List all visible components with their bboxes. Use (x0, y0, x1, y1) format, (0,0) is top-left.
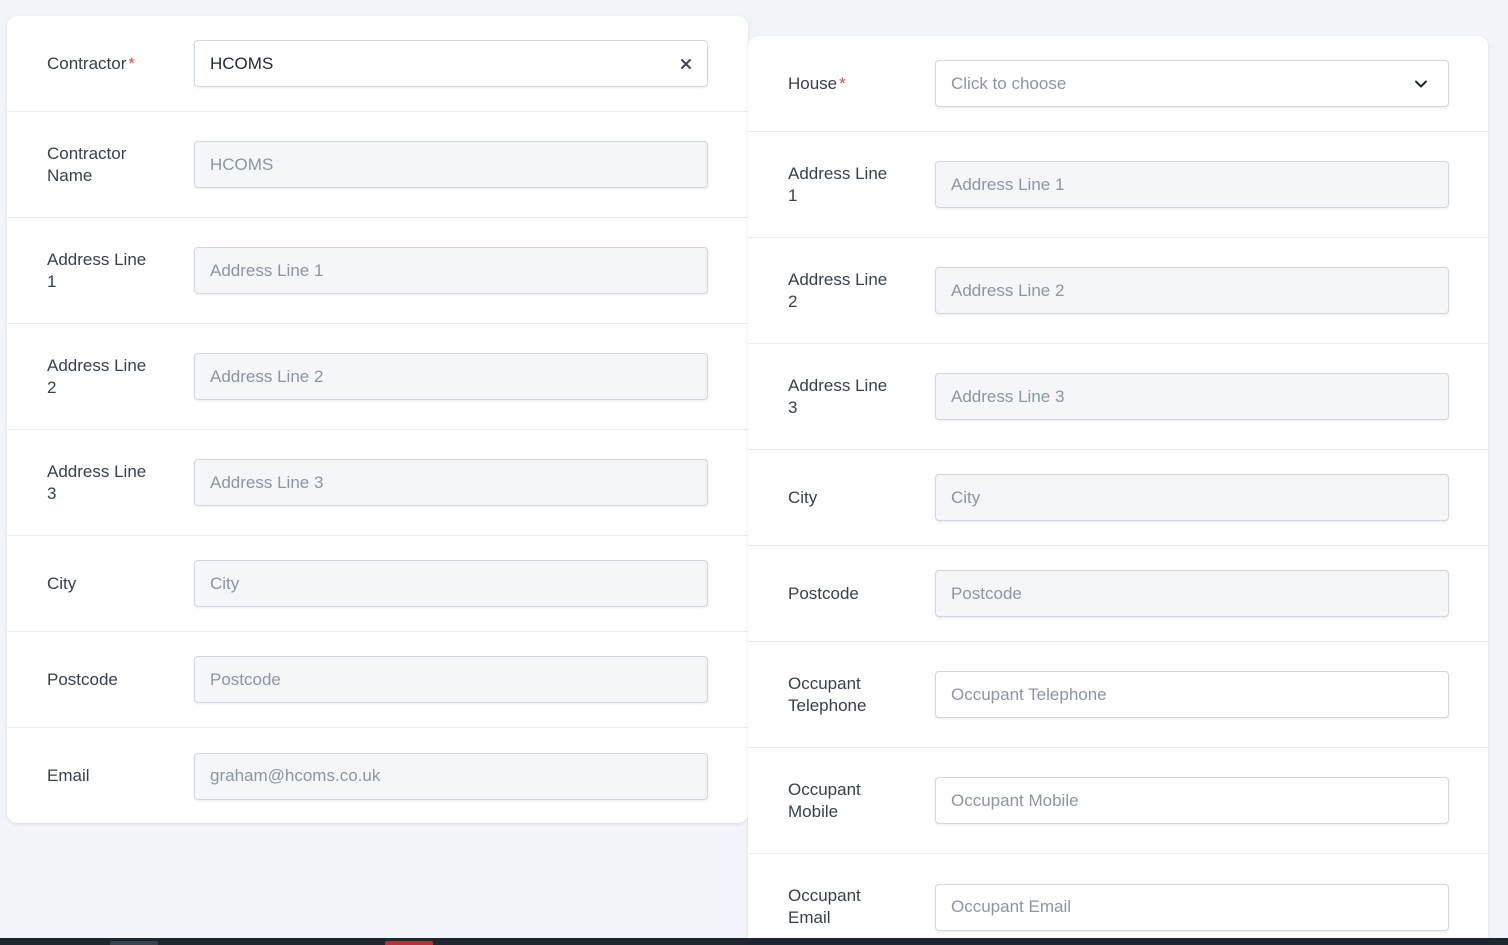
required-marker: * (839, 73, 846, 93)
contractor-address-line-3-input[interactable] (194, 459, 708, 506)
contractor-city-row: City (7, 536, 748, 632)
address-line-2-label: Address Line 2 (47, 355, 147, 397)
address-line-2-label: Address Line 2 (788, 269, 888, 311)
house-select[interactable]: Click to choose (935, 60, 1449, 107)
occupant-email-row: Occupant Email (748, 854, 1488, 938)
occupant-mobile-row: Occupant Mobile (748, 748, 1488, 854)
contractor-row: Contractor * HCOMS (7, 16, 748, 112)
contractor-select-value: HCOMS (210, 53, 274, 73)
contractor-city-input[interactable] (194, 560, 708, 607)
contractor-address-line-1-input[interactable] (194, 247, 708, 294)
house-label: House * (788, 73, 846, 93)
contractor-label: Contractor * (47, 53, 135, 73)
house-address-line-1-row: Address Line 1 (748, 132, 1488, 238)
email-label: Email (47, 766, 90, 785)
contractor-name-label: Contractor Name (47, 143, 127, 185)
address-line-3-label: Address Line 3 (788, 375, 888, 417)
house-details-card: House * Click to choose Address Line 1 Ad… (748, 36, 1488, 938)
house-address-line-2-row: Address Line 2 (748, 238, 1488, 344)
contractor-name-row: Contractor Name (7, 112, 748, 218)
contractor-address-line-2-input[interactable] (194, 353, 708, 400)
contractor-address-line-1-row: Address Line 1 (7, 218, 748, 324)
contractor-details-card: Contractor* HCOMS Contractor Name Addres… (7, 16, 748, 823)
occupant-mobile-label: Occupant Mobile (788, 779, 861, 821)
address-line-3-label: Address Line 3 (47, 461, 147, 503)
house-address-line-1-input[interactable] (935, 161, 1449, 208)
contractor-postcode-row: Postcode (7, 632, 748, 728)
required-marker: * (128, 53, 135, 73)
occupant-email-input[interactable] (935, 883, 1449, 931)
city-label: City (788, 487, 818, 507)
address-line-1-label: Address Line 1 (47, 249, 147, 291)
contractor-email-input[interactable] (194, 752, 708, 800)
contractor-email-row: Email (7, 728, 748, 823)
contractor-address-line-2-row: Address Line 2 (7, 324, 748, 430)
address-line-1-label: Address Line 1 (788, 163, 888, 205)
house-address-line-3-row: Address Line 3 (748, 344, 1488, 450)
contractor-postcode-input[interactable] (194, 656, 708, 703)
taskbar-item[interactable] (110, 941, 158, 945)
contractor-select[interactable]: HCOMS (194, 40, 708, 87)
contractor-name-input[interactable] (194, 141, 708, 188)
house-city-input[interactable] (935, 474, 1449, 521)
city-label: City (47, 573, 77, 593)
occupant-telephone-row: Occupant Telephone (748, 642, 1488, 748)
house-city-row: City (748, 450, 1488, 546)
occupant-mobile-input[interactable] (935, 777, 1449, 824)
taskbar-item[interactable] (385, 941, 433, 945)
house-select-placeholder: Click to choose (951, 73, 1067, 93)
contractor-address-line-3-row: Address Line 3 (7, 430, 748, 536)
occupant-email-label: Occupant Email (788, 886, 861, 927)
house-postcode-row: Postcode (748, 546, 1488, 642)
os-taskbar (0, 938, 1508, 945)
postcode-label: Postcode (788, 583, 859, 603)
house-postcode-input[interactable] (935, 570, 1449, 617)
occupant-telephone-input[interactable] (935, 671, 1449, 718)
occupant-telephone-label: Occupant Telephone (788, 673, 867, 715)
close-icon[interactable] (679, 57, 693, 71)
house-row: House * Click to choose (748, 36, 1488, 132)
postcode-label: Postcode (47, 669, 118, 689)
chevron-down-icon[interactable] (1414, 77, 1428, 91)
house-address-line-2-input[interactable] (935, 267, 1449, 314)
house-address-line-3-input[interactable] (935, 373, 1449, 420)
